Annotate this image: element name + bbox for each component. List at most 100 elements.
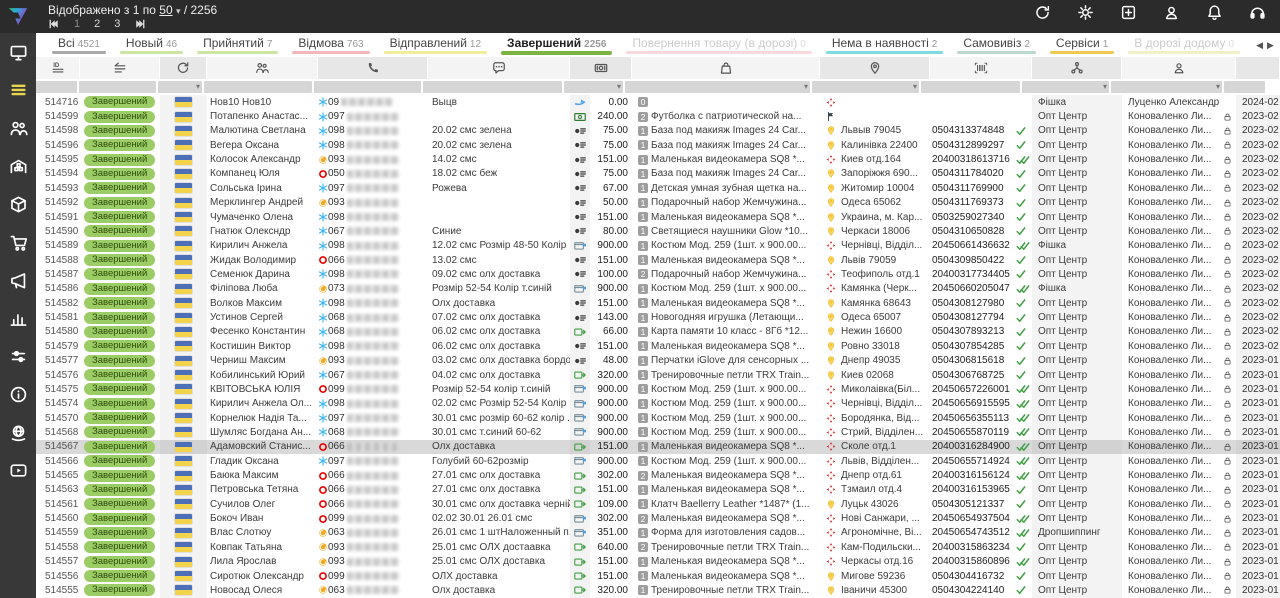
fulfillment-source: Дропшиппинг: [1032, 526, 1122, 540]
location-column-header[interactable]: [820, 57, 930, 79]
order-row[interactable]: 514582ЗавершенийВолков Максим098Олх дост…: [36, 296, 1280, 310]
order-row[interactable]: 514577ЗавершенийЧерниш Максим09303.02 см…: [36, 353, 1280, 367]
order-row[interactable]: 514587ЗавершенийСеменюк Дарина09809.02 с…: [36, 267, 1280, 281]
order-row[interactable]: 514579ЗавершенийКостишин Виктор09806.02 …: [36, 339, 1280, 353]
user-icon[interactable]: [1163, 4, 1180, 21]
order-row[interactable]: 514588ЗавершенийЖидак Володимир06613.02 …: [36, 253, 1280, 267]
last-page-icon[interactable]: [134, 18, 146, 30]
source-column-header[interactable]: [160, 57, 207, 79]
tab-8[interactable]: Самовивіз2: [955, 33, 1038, 57]
order-row[interactable]: 514716ЗавершенийНов10 Нов1009Выцв0.000Фі…: [36, 95, 1280, 109]
headset-icon[interactable]: [1249, 4, 1266, 21]
order-row[interactable]: 514598ЗавершенийМалютина Светлана09820.0…: [36, 124, 1280, 138]
order-row[interactable]: 514566ЗавершенийГладик Оксана097Голубий …: [36, 454, 1280, 468]
order-row[interactable]: 514570ЗавершенийКорнелюк Надія Та...0973…: [36, 411, 1280, 425]
order-row[interactable]: 514591ЗавершенийЧумаченко Олена098151.00…: [36, 210, 1280, 224]
order-row[interactable]: 514596ЗавершенийВегера Оксана09820.02 см…: [36, 138, 1280, 152]
column-filter-input[interactable]: ▾: [158, 81, 202, 93]
page-number-1[interactable]: 1: [74, 18, 80, 30]
page-size-select[interactable]: 50: [159, 3, 172, 17]
payment-column-header[interactable]: [570, 57, 632, 79]
tab-3[interactable]: Відмова763: [290, 33, 371, 57]
column-filter-input[interactable]: [1224, 81, 1265, 93]
column-filter-input[interactable]: ▾: [625, 81, 810, 93]
refresh-icon[interactable]: [1034, 4, 1051, 21]
tabs-scroll-right-icon[interactable]: ▶: [1267, 40, 1274, 51]
sidebar-item-dashboard[interactable]: [0, 33, 36, 71]
bell-icon[interactable]: [1206, 4, 1223, 21]
tab-zavershenyi-active[interactable]: Завершений2256: [499, 33, 614, 57]
order-row[interactable]: 514590ЗавершенийГнатюк Олексндр067Синие8…: [36, 224, 1280, 238]
column-filter-input[interactable]: [79, 81, 156, 93]
order-row[interactable]: 514586ЗавершенийФіліпова Люба073Розмір 5…: [36, 282, 1280, 296]
order-row[interactable]: 514593ЗавершенийСольська Ірина097Рожева6…: [36, 181, 1280, 195]
fulfillment-column-header[interactable]: [1032, 57, 1122, 79]
order-row[interactable]: 514559ЗавершенийВлас Слотюу06326.01 смс …: [36, 526, 1280, 540]
status-column-header[interactable]: [80, 57, 160, 79]
sidebar-item-settings[interactable]: [0, 337, 36, 375]
order-row[interactable]: 514576ЗавершенийКобилинський Юрий06704.0…: [36, 368, 1280, 382]
customer-column-header[interactable]: [207, 57, 318, 79]
column-filter-input[interactable]: ▾: [564, 81, 623, 93]
order-row[interactable]: 514599ЗавершенийПотапенко Анастас...0972…: [36, 109, 1280, 123]
order-row[interactable]: 514557ЗавершенийЛила Ярослав09325.01 смс…: [36, 555, 1280, 569]
order-row[interactable]: 514574ЗавершенийКирилич Анжела Ол...0980…: [36, 397, 1280, 411]
sidebar-item-clients[interactable]: [0, 109, 36, 147]
tracking-column-header[interactable]: [930, 57, 1032, 79]
order-row[interactable]: 514592ЗавершенийМерклингер Андрей09350.0…: [36, 196, 1280, 210]
sidebar-item-statistics[interactable]: [0, 299, 36, 337]
product-column-header[interactable]: [632, 57, 820, 79]
sidebar-item-video[interactable]: [0, 451, 36, 489]
order-row[interactable]: 514589ЗавершенийКирилич Анжела09812.02 с…: [36, 239, 1280, 253]
tabs-scroll-left-icon[interactable]: ◀: [1256, 40, 1263, 51]
sidebar-item-info[interactable]: [0, 375, 36, 413]
tab-7[interactable]: Нема в наявності2: [824, 33, 946, 57]
sidebar-item-marketing[interactable]: [0, 261, 36, 299]
date-column-header[interactable]: [1236, 57, 1280, 79]
column-filter-input[interactable]: ▾: [1111, 81, 1222, 93]
sidebar-item-products[interactable]: [0, 185, 36, 223]
tab-0[interactable]: Всі4521: [50, 33, 108, 57]
order-row[interactable]: 514580ЗавершенийФесенко Константин06806.…: [36, 325, 1280, 339]
order-row[interactable]: 514575ЗавершенийКВІТОВСЬКА ЮЛІЯ099Розмір…: [36, 382, 1280, 396]
column-filter-input[interactable]: [36, 81, 77, 93]
order-row[interactable]: 514594ЗавершенийКомпанец Юля05018.02 смс…: [36, 167, 1280, 181]
order-row[interactable]: 514565ЗавершенийБаюка Максим06627.01 смс…: [36, 468, 1280, 482]
order-row[interactable]: 514595ЗавершенийКолосок Александр09314.0…: [36, 152, 1280, 166]
order-row[interactable]: 514581ЗавершенийУстинов Сергей06807.02 с…: [36, 310, 1280, 324]
comment-column-header[interactable]: [428, 57, 570, 79]
order-row[interactable]: 514563ЗавершенийПетровська Тетяна06627.0…: [36, 483, 1280, 497]
tab-1[interactable]: Новый46: [118, 33, 185, 57]
order-row[interactable]: 514558ЗавершенийКовпак Татьяна09325.01 с…: [36, 540, 1280, 554]
column-filter-input[interactable]: ▾: [1022, 81, 1109, 93]
sidebar-item-purchases[interactable]: [0, 223, 36, 261]
sidebar-item-orders[interactable]: [0, 71, 36, 109]
column-filter-input[interactable]: [314, 81, 421, 93]
gear-icon[interactable]: [1077, 4, 1094, 21]
column-filter-input[interactable]: [921, 81, 1020, 93]
tab-10[interactable]: В дорозі додому0: [1126, 33, 1242, 57]
tab-4[interactable]: Відправлений12: [382, 33, 489, 57]
page-number-2[interactable]: 2: [94, 18, 100, 30]
order-row[interactable]: 514555ЗавершенийНовосад Олеся063Олх дост…: [36, 583, 1280, 597]
tab-6[interactable]: Повернення товару (в дорозі)0: [624, 33, 813, 57]
plus-square-icon[interactable]: [1120, 4, 1137, 21]
column-filter-input[interactable]: [423, 81, 562, 93]
order-row[interactable]: 514567ЗавершенийАдамовский Станис...066О…: [36, 440, 1280, 454]
first-page-icon[interactable]: [48, 18, 60, 30]
order-row[interactable]: 514560ЗавершенийБокоч Иван09902.02 30.01…: [36, 511, 1280, 525]
tab-2[interactable]: Прийнятий7: [195, 33, 280, 57]
id-column-header[interactable]: ID: [36, 57, 80, 79]
manager-column-header[interactable]: [1122, 57, 1236, 79]
tab-9[interactable]: Сервіси1: [1048, 33, 1116, 57]
order-row[interactable]: 514561ЗавершенийСучилов Олег06630.01 смс…: [36, 497, 1280, 511]
app-logo[interactable]: [0, 0, 36, 33]
page-number-3[interactable]: 3: [114, 18, 120, 30]
order-row[interactable]: 514556ЗавершенийСиротюк Олександр099ОЛХ …: [36, 569, 1280, 583]
column-filter-input[interactable]: ▾: [812, 81, 919, 93]
column-filter-input[interactable]: [204, 81, 312, 93]
sidebar-item-support[interactable]: [0, 413, 36, 451]
phone-column-header[interactable]: [318, 57, 428, 79]
order-row[interactable]: 514568ЗавершенийШумляс Богдана Ан...0683…: [36, 425, 1280, 439]
sidebar-item-warehouse[interactable]: [0, 147, 36, 185]
